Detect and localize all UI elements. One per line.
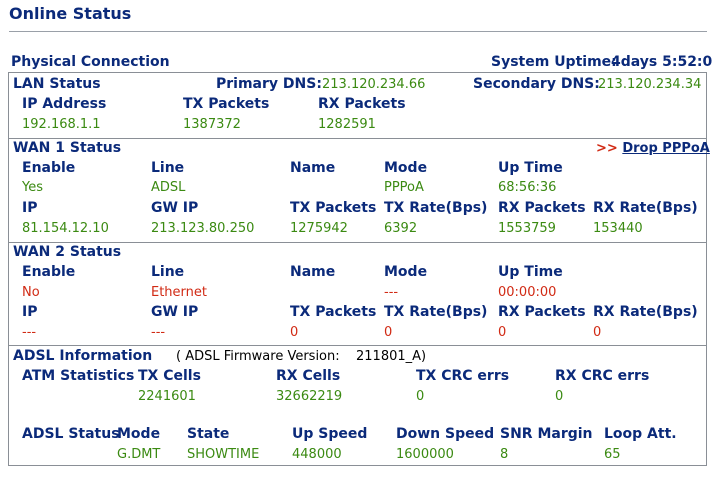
divider-wan1-wan2 xyxy=(8,242,707,243)
adsl-snr-margin-header: SNR Margin xyxy=(500,426,593,442)
wan2-mode-header: Mode xyxy=(384,264,428,280)
wan1-ip-header: IP xyxy=(22,200,38,216)
wan1-gwip-header: GW IP xyxy=(151,200,199,216)
wan2-gwip-value: --- xyxy=(151,325,166,340)
physical-connection-label: Physical Connection xyxy=(11,54,170,70)
wan1-tx-rate-value: 6392 xyxy=(384,221,418,236)
wan2-rx-rate-header: RX Rate(Bps) xyxy=(593,304,698,320)
adsl-up-speed-value: 448000 xyxy=(292,447,342,462)
lan-status-heading: LAN Status xyxy=(13,76,101,92)
wan1-status-heading: WAN 1 Status xyxy=(13,140,122,156)
atm-statistics-label: ATM Statistics xyxy=(22,368,135,384)
atm-tx-crc-value: 0 xyxy=(416,389,425,404)
title-divider xyxy=(9,31,707,32)
drop-pppoa-label[interactable]: Drop PPPoA xyxy=(622,141,710,156)
drop-pppoa-link[interactable]: >> Drop PPPoA xyxy=(596,141,710,156)
adsl-mode-header: Mode xyxy=(117,426,161,442)
wan2-tx-rate-header: TX Rate(Bps) xyxy=(384,304,488,320)
wan2-enable-value: No xyxy=(22,285,40,300)
wan1-rx-rate-value: 153440 xyxy=(593,221,643,236)
lan-tx-header: TX Packets xyxy=(183,96,270,112)
wan1-uptime-value: 68:56:36 xyxy=(498,180,557,195)
wan1-tx-rate-header: TX Rate(Bps) xyxy=(384,200,488,216)
atm-tx-crc-header: TX CRC errs xyxy=(416,368,510,384)
wan2-enable-header: Enable xyxy=(22,264,76,280)
wan1-tx-packets-header: TX Packets xyxy=(290,200,377,216)
divider-wan2-adsl xyxy=(8,345,707,346)
wan2-line-header: Line xyxy=(151,264,185,280)
wan2-name-header: Name xyxy=(290,264,336,280)
wan2-ip-header: IP xyxy=(22,304,38,320)
wan2-gwip-header: GW IP xyxy=(151,304,199,320)
secondary-dns-label: Secondary DNS: xyxy=(473,76,600,92)
secondary-dns-value: 213.120.234.34 xyxy=(598,77,702,92)
wan1-name-header: Name xyxy=(290,160,336,176)
system-uptime-label: System Uptime: xyxy=(491,54,617,70)
adsl-loop-att-value: 65 xyxy=(604,447,621,462)
adsl-snr-margin-value: 8 xyxy=(500,447,509,462)
wan1-rx-packets-value: 1553759 xyxy=(498,221,556,236)
adsl-loop-att-header: Loop Att. xyxy=(604,426,677,442)
wan1-uptime-header: Up Time xyxy=(498,160,563,176)
wan1-ip-value: 81.154.12.10 xyxy=(22,221,109,236)
wan2-mode-value: --- xyxy=(384,285,399,300)
wan1-line-value: ADSL xyxy=(151,180,186,195)
primary-dns-value: 213.120.234.66 xyxy=(322,77,426,92)
adsl-mode-value: G.DMT xyxy=(117,447,161,462)
wan1-gwip-value: 213.123.80.250 xyxy=(151,221,255,236)
wan1-mode-value: PPPoA xyxy=(384,180,424,195)
wan1-rx-rate-header: RX Rate(Bps) xyxy=(593,200,698,216)
adsl-state-header: State xyxy=(187,426,230,442)
lan-tx-value: 1387372 xyxy=(183,117,241,132)
adsl-up-speed-header: Up Speed xyxy=(292,426,368,442)
atm-rx-crc-value: 0 xyxy=(555,389,564,404)
atm-rx-cells-header: RX Cells xyxy=(276,368,341,384)
atm-tx-cells-value: 2241601 xyxy=(138,389,196,404)
wan2-rx-rate-value: 0 xyxy=(593,325,602,340)
lan-ip-header: IP Address xyxy=(22,96,107,112)
primary-dns-label: Primary DNS: xyxy=(216,76,322,92)
atm-rx-crc-header: RX CRC errs xyxy=(555,368,650,384)
wan1-tx-packets-value: 1275942 xyxy=(290,221,348,236)
divider-lan-wan1 xyxy=(8,138,707,139)
atm-tx-cells-header: TX Cells xyxy=(138,368,201,384)
page-title: Online Status xyxy=(9,4,132,23)
wan1-line-header: Line xyxy=(151,160,185,176)
adsl-firmware-label: ( ADSL Firmware Version: xyxy=(176,349,340,364)
atm-rx-cells-value: 32662219 xyxy=(276,389,343,404)
adsl-info-heading: ADSL Information xyxy=(13,348,153,364)
wan1-enable-value: Yes xyxy=(22,180,43,195)
wan1-rx-packets-header: RX Packets xyxy=(498,200,586,216)
lan-ip-value: 192.168.1.1 xyxy=(22,117,101,132)
lan-rx-value: 1282591 xyxy=(318,117,376,132)
adsl-firmware-value: 211801_A) xyxy=(356,349,427,364)
drop-arrows: >> xyxy=(596,141,618,156)
wan2-rx-packets-header: RX Packets xyxy=(498,304,586,320)
wan2-tx-packets-value: 0 xyxy=(290,325,299,340)
wan2-rx-packets-value: 0 xyxy=(498,325,507,340)
adsl-state-value: SHOWTIME xyxy=(187,447,260,462)
wan2-uptime-header: Up Time xyxy=(498,264,563,280)
wan2-uptime-value: 00:00:00 xyxy=(498,285,557,300)
system-uptime-value: 4days 5:52:0 xyxy=(611,54,713,70)
wan1-enable-header: Enable xyxy=(22,160,76,176)
wan2-line-value: Ethernet xyxy=(151,285,207,300)
adsl-down-speed-value: 1600000 xyxy=(396,447,454,462)
lan-rx-header: RX Packets xyxy=(318,96,406,112)
wan2-status-heading: WAN 2 Status xyxy=(13,244,122,260)
wan2-tx-rate-value: 0 xyxy=(384,325,393,340)
adsl-down-speed-header: Down Speed xyxy=(396,426,495,442)
adsl-status-label: ADSL Status xyxy=(22,426,120,442)
wan1-mode-header: Mode xyxy=(384,160,428,176)
wan2-tx-packets-header: TX Packets xyxy=(290,304,377,320)
wan2-ip-value: --- xyxy=(22,325,37,340)
